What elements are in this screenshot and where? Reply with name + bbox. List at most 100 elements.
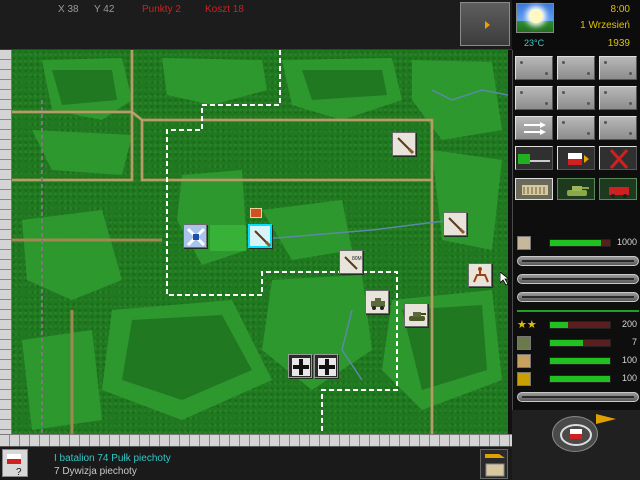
balkenkreuz-icon bbox=[292, 358, 310, 376]
selected-infantry-unit[interactable] bbox=[248, 224, 272, 248]
soldiers-icon bbox=[522, 185, 548, 195]
cost-counter: Koszt 18 bbox=[205, 4, 244, 15]
panel-button-empty[interactable] bbox=[557, 86, 595, 110]
train-track-icon bbox=[518, 154, 550, 164]
setting-slider-2[interactable] bbox=[517, 274, 639, 284]
mouse-cursor-icon bbox=[500, 272, 508, 286]
arrows-attack-icon bbox=[524, 122, 546, 135]
train-icon bbox=[609, 187, 629, 198]
panel-divider bbox=[517, 310, 639, 312]
info-icon bbox=[517, 372, 531, 386]
panel-button-empty[interactable] bbox=[515, 56, 553, 80]
german-unit[interactable] bbox=[288, 354, 312, 378]
tactical-map[interactable]: 80M bbox=[12, 50, 508, 434]
supply-value: 100 bbox=[621, 373, 637, 383]
svg-text:80M: 80M bbox=[352, 256, 362, 262]
panel-button-empty[interactable] bbox=[557, 56, 595, 80]
rifle-icon bbox=[254, 230, 272, 248]
panel-button-empty[interactable] bbox=[599, 116, 637, 140]
strength-bar bbox=[549, 239, 611, 247]
soldier-icon bbox=[517, 336, 531, 350]
status-map-button[interactable] bbox=[480, 449, 508, 479]
svg-text:?: ? bbox=[16, 467, 22, 478]
hq-flag-icon bbox=[250, 208, 262, 218]
train-tab[interactable] bbox=[599, 178, 637, 200]
morale-bar bbox=[549, 357, 611, 365]
rail-move-button[interactable] bbox=[515, 146, 553, 170]
panel-button-empty[interactable] bbox=[599, 56, 637, 80]
armored-car-unit[interactable] bbox=[365, 290, 389, 314]
coordinate-y: Y 42 bbox=[94, 4, 115, 15]
strength-row: 1000 bbox=[517, 236, 639, 250]
infantry-unit[interactable] bbox=[392, 132, 416, 156]
game-date: 1 Wrzesień bbox=[580, 20, 630, 31]
close-icon bbox=[609, 149, 629, 169]
panel-button-empty[interactable] bbox=[515, 86, 553, 110]
horse-rider-icon bbox=[473, 267, 489, 283]
men-bar-fill bbox=[550, 340, 583, 346]
map-ruler-bottom bbox=[0, 434, 512, 446]
panel-button-empty[interactable] bbox=[557, 116, 595, 140]
command-panel: 1000 ★★ 200 7 100 100 bbox=[512, 50, 640, 410]
morale-bar-fill bbox=[550, 358, 610, 364]
supply-row: 100 bbox=[517, 372, 639, 386]
status-bar: ? I batalion 74 Pułk piechoty 7 Dywizja … bbox=[0, 446, 512, 480]
tank-icon bbox=[409, 312, 426, 321]
rotate-unit-button[interactable] bbox=[552, 416, 598, 452]
pennant-icon bbox=[596, 414, 616, 424]
unit-info-button[interactable]: ? bbox=[2, 449, 28, 478]
morale-value: 100 bbox=[621, 355, 637, 365]
rotate-icon bbox=[560, 424, 592, 446]
unit-flag-help-icon: ? bbox=[7, 454, 22, 478]
points-counter: Punkty 2 bbox=[142, 4, 181, 15]
movement-highlight bbox=[210, 225, 246, 251]
men-bar bbox=[549, 339, 611, 347]
attack-order-button[interactable] bbox=[515, 116, 553, 140]
weather-date-panel: 23°C 8:00 1 Wrzesień 1939 bbox=[512, 0, 640, 50]
temperature: 23°C bbox=[524, 38, 545, 48]
flag-next-button[interactable] bbox=[557, 146, 595, 170]
game-time: 8:00 bbox=[610, 4, 630, 15]
supply-bar-fill bbox=[550, 376, 610, 382]
stars-icon: ★★ bbox=[517, 318, 537, 332]
mortar-icon: 80M bbox=[344, 256, 362, 270]
top-info-bar: X 38 Y 42 Punkty 2 Koszt 18 bbox=[0, 0, 512, 50]
panel-bottom bbox=[512, 410, 640, 480]
setting-slider-1[interactable] bbox=[517, 256, 639, 266]
men-value: 7 bbox=[631, 337, 637, 347]
arrow-right-icon bbox=[485, 21, 490, 29]
sun-icon bbox=[529, 9, 543, 23]
experience-bar bbox=[549, 321, 611, 329]
tank-tab[interactable] bbox=[557, 178, 595, 200]
setting-slider-4[interactable] bbox=[517, 392, 639, 402]
armored-car-icon bbox=[371, 298, 385, 310]
unit-division: 7 Dywizja piechoty bbox=[54, 466, 137, 477]
tank-unit[interactable] bbox=[404, 303, 428, 327]
hq-unit[interactable] bbox=[183, 224, 207, 248]
next-turn-button[interactable] bbox=[460, 2, 510, 46]
experience-row: ★★ 200 bbox=[517, 318, 639, 332]
rifle-icon bbox=[517, 236, 531, 250]
tank-icon bbox=[567, 186, 589, 196]
rifle-icon bbox=[397, 137, 415, 155]
polish-flag-icon bbox=[568, 153, 589, 165]
experience-value: 200 bbox=[621, 319, 637, 329]
infantry-tab[interactable] bbox=[515, 178, 553, 200]
morale-row: 100 bbox=[517, 354, 639, 368]
weather-icon bbox=[516, 3, 554, 33]
strength-value: 1000 bbox=[616, 237, 637, 247]
german-unit[interactable] bbox=[314, 354, 338, 378]
men-row: 7 bbox=[517, 336, 639, 350]
rifle-icon bbox=[448, 217, 466, 235]
unit-name: I batalion 74 Pułk piechoty bbox=[54, 453, 171, 464]
cavalry-unit[interactable] bbox=[468, 263, 492, 287]
map-scroll-icon bbox=[485, 454, 505, 477]
artillery-unit[interactable]: 80M bbox=[339, 250, 363, 274]
balkenkreuz-icon bbox=[318, 358, 336, 376]
cancel-button[interactable] bbox=[599, 146, 637, 170]
infantry-unit[interactable] bbox=[443, 212, 467, 236]
morale-icon bbox=[517, 354, 531, 368]
crossed-hq-icon bbox=[186, 227, 206, 247]
panel-button-empty[interactable] bbox=[599, 86, 637, 110]
setting-slider-3[interactable] bbox=[517, 292, 639, 302]
